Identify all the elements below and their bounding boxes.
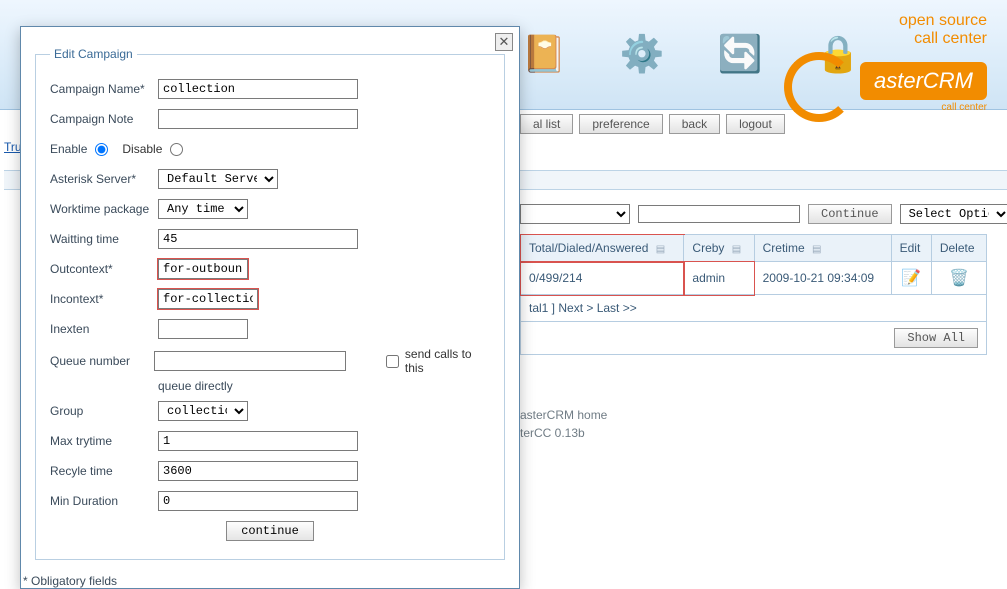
brand-block: open source call center asterCRM call ce… (784, 12, 987, 122)
cell-creby: admin (684, 262, 754, 295)
input-minduration[interactable] (158, 491, 358, 511)
delete-icon[interactable]: 🗑️ (949, 270, 969, 287)
sort-icon[interactable]: ▤ (812, 244, 821, 255)
filter-bar: Continue Select Option (520, 200, 987, 234)
cell-totals: 0/499/214 (521, 262, 684, 295)
label-recycle: Recyle time (50, 464, 158, 478)
sort-icon[interactable]: ▤ (732, 244, 741, 255)
select-group[interactable]: collection (158, 401, 248, 421)
label-queue: Queue number (50, 354, 154, 368)
brand-name: asterCRM (860, 62, 987, 100)
label-outcontext: Outcontext* (50, 262, 158, 276)
select-worktime[interactable]: Any time (158, 199, 248, 219)
cell-cretime: 2009-10-21 09:34:09 (754, 262, 891, 295)
sort-icon[interactable]: ▤ (656, 244, 665, 255)
pager-text[interactable]: tal1 ] Next > Last >> (529, 301, 637, 315)
table-row: 0/499/214 admin 2009-10-21 09:34:09 📝 🗑️ (521, 262, 987, 295)
label-send-direct: send calls to this (405, 347, 490, 375)
col-creby[interactable]: Creby ▤ (684, 235, 754, 262)
radio-enable[interactable] (95, 143, 108, 156)
show-all-button[interactable]: Show All (894, 328, 978, 348)
col-edit-label: Edit (900, 241, 921, 255)
label-send-direct-line2: queue directly (158, 379, 490, 393)
obligatory-note: * Obligatory fields (23, 574, 517, 588)
label-maxtry: Max trytime (50, 434, 158, 448)
nav-buttons: al list preference back logout (520, 114, 785, 134)
refresh-icon[interactable]: 🔄 (716, 30, 764, 78)
input-waiting-time[interactable] (158, 229, 358, 249)
col-totals[interactable]: Total/Dialed/Answered ▤ (521, 235, 684, 262)
label-incontext: Incontext* (50, 292, 158, 306)
dialog-legend: Edit Campaign (50, 47, 137, 61)
close-icon[interactable]: ✕ (495, 33, 513, 51)
brand-arc-icon (784, 52, 854, 122)
grid-pager: tal1 ] Next > Last >> (521, 295, 987, 322)
gear-icon[interactable]: ⚙️ (618, 30, 666, 78)
col-cretime[interactable]: Cretime ▤ (754, 235, 891, 262)
label-minduration: Min Duration (50, 494, 158, 508)
filter-text-input[interactable] (638, 205, 800, 223)
footer-version: terCC 0.13b (520, 424, 607, 442)
edit-campaign-fieldset: Edit Campaign Campaign Name* Campaign No… (35, 47, 505, 560)
select-asterisk-server[interactable]: Default Server (158, 169, 278, 189)
label-enable: Enable (50, 142, 87, 156)
input-campaign-note[interactable] (158, 109, 358, 129)
brand-line2: call center (784, 30, 987, 48)
radio-disable[interactable] (170, 143, 183, 156)
label-campaign-note: Campaign Note (50, 112, 158, 126)
label-asterisk-server: Asterisk Server* (50, 172, 158, 186)
brand-sub: call center (860, 102, 987, 113)
label-group: Group (50, 404, 158, 418)
input-outcontext[interactable] (158, 259, 248, 279)
brand-line1: open source (784, 12, 987, 30)
input-incontext[interactable] (158, 289, 258, 309)
col-delete: Delete (931, 235, 986, 262)
main-content: Continue Select Option Total/Dialed/Answ… (520, 200, 987, 355)
col-creby-label: Creby (692, 241, 724, 255)
filter-select-option[interactable]: Select Option (900, 204, 1007, 224)
input-campaign-name[interactable] (158, 79, 358, 99)
input-inexten[interactable] (158, 319, 248, 339)
dialog-continue-button[interactable]: continue (226, 521, 314, 541)
filter-continue-button[interactable]: Continue (808, 204, 892, 224)
nav-diallist[interactable]: al list (520, 114, 573, 134)
label-campaign-name: Campaign Name* (50, 82, 158, 96)
col-edit: Edit (891, 235, 931, 262)
edit-campaign-dialog: ✕ Edit Campaign Campaign Name* Campaign … (20, 26, 520, 589)
label-disable: Disable (122, 142, 162, 156)
nav-preference[interactable]: preference (579, 114, 662, 134)
notes-icon[interactable]: 📔 (520, 30, 568, 78)
checkbox-send-direct[interactable] (386, 355, 399, 368)
nav-logout[interactable]: logout (726, 114, 785, 134)
edit-icon[interactable]: 📝 (901, 270, 921, 287)
label-inexten: Inexten (50, 322, 158, 336)
input-recycle[interactable] (158, 461, 358, 481)
label-worktime: Worktime package (50, 202, 158, 216)
footer-home[interactable]: asterCRM home (520, 406, 607, 424)
col-delete-label: Delete (940, 241, 975, 255)
input-queue-number[interactable] (154, 351, 346, 371)
input-maxtry[interactable] (158, 431, 358, 451)
col-totals-label: Total/Dialed/Answered (529, 241, 648, 255)
campaign-grid: Total/Dialed/Answered ▤ Creby ▤ Cretime … (520, 234, 987, 355)
label-waiting: Waitting time (50, 232, 158, 246)
nav-back[interactable]: back (669, 114, 720, 134)
col-cretime-label: Cretime (763, 241, 805, 255)
footer-text: asterCRM home terCC 0.13b (520, 406, 607, 442)
filter-field-select[interactable] (520, 204, 630, 224)
